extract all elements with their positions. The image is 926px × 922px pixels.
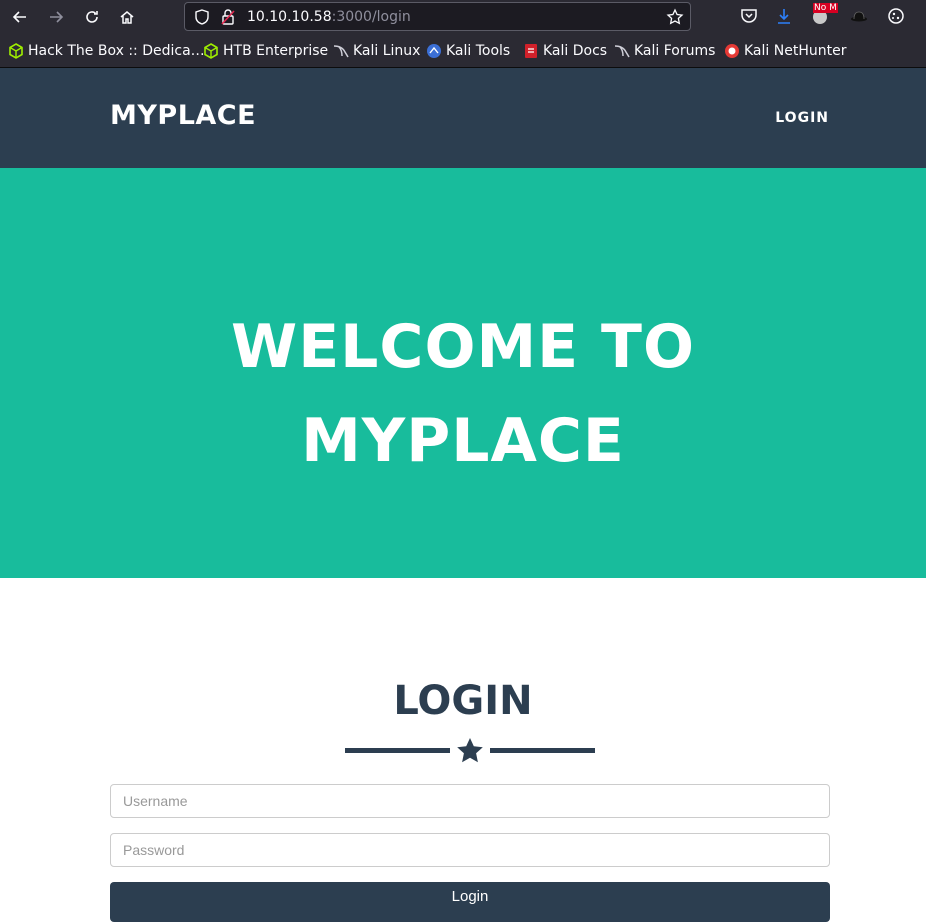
divider-line-right [490, 748, 595, 753]
shield-icon[interactable] [193, 8, 211, 26]
bookmark-star-icon[interactable] [666, 8, 684, 26]
bookmark-hack-the-box[interactable]: Hack The Box :: Dedica… [8, 42, 205, 60]
home-icon[interactable] [115, 6, 139, 28]
login-submit-button[interactable]: Login [110, 882, 830, 922]
login-section-title: LOGIN [393, 678, 533, 724]
kali-dragon-icon [614, 43, 630, 59]
brand-logo[interactable]: MYPLACE [110, 100, 256, 131]
browser-toolbar: 10.10.10.58:3000/login No M [0, 0, 926, 34]
hat-extension-icon[interactable] [849, 6, 869, 26]
bookmark-kali-docs[interactable]: Kali Docs [523, 42, 607, 60]
bookmark-kali-linux[interactable]: Kali Linux [333, 42, 420, 60]
bookmark-kali-tools[interactable]: Kali Tools [426, 42, 510, 60]
download-icon[interactable] [774, 6, 794, 26]
cookie-icon[interactable] [886, 6, 906, 26]
kali-tools-icon [426, 43, 442, 59]
bookmarks-toolbar: Hack The Box :: Dedica… HTB Enterprise K… [0, 34, 926, 68]
url-bar[interactable]: 10.10.10.58:3000/login [184, 2, 691, 31]
back-icon[interactable] [8, 6, 32, 28]
hero-banner: WELCOME TO MYPLACE [0, 168, 926, 578]
site-navbar: MYPLACE LOGIN [0, 68, 926, 168]
url-text[interactable]: 10.10.10.58:3000/login [247, 9, 411, 25]
htb-cube-icon [8, 43, 24, 59]
reload-icon[interactable] [80, 6, 104, 28]
password-input[interactable] [110, 833, 830, 867]
kali-docs-icon [523, 43, 539, 59]
divider-line-left [345, 748, 450, 753]
bookmark-kali-nethunter[interactable]: Kali NetHunter [724, 42, 846, 60]
username-input[interactable] [110, 784, 830, 818]
hero-title-line1: WELCOME TO [231, 312, 695, 382]
nethunter-icon [724, 43, 740, 59]
kali-dragon-icon [333, 43, 349, 59]
hero-title-line2: MYPLACE [301, 406, 625, 476]
pocket-icon[interactable] [739, 6, 759, 26]
forward-icon[interactable] [44, 6, 68, 28]
hero-title: WELCOME TO MYPLACE [0, 300, 926, 488]
nav-login-link[interactable]: LOGIN [775, 110, 829, 126]
htb-cube-icon [203, 43, 219, 59]
extension-badge: No M [813, 3, 838, 13]
star-icon [455, 736, 485, 766]
insecure-lock-icon[interactable] [219, 8, 237, 26]
bookmark-kali-forums[interactable]: Kali Forums [614, 42, 715, 60]
bookmark-htb-enterprise[interactable]: HTB Enterprise [203, 42, 328, 60]
